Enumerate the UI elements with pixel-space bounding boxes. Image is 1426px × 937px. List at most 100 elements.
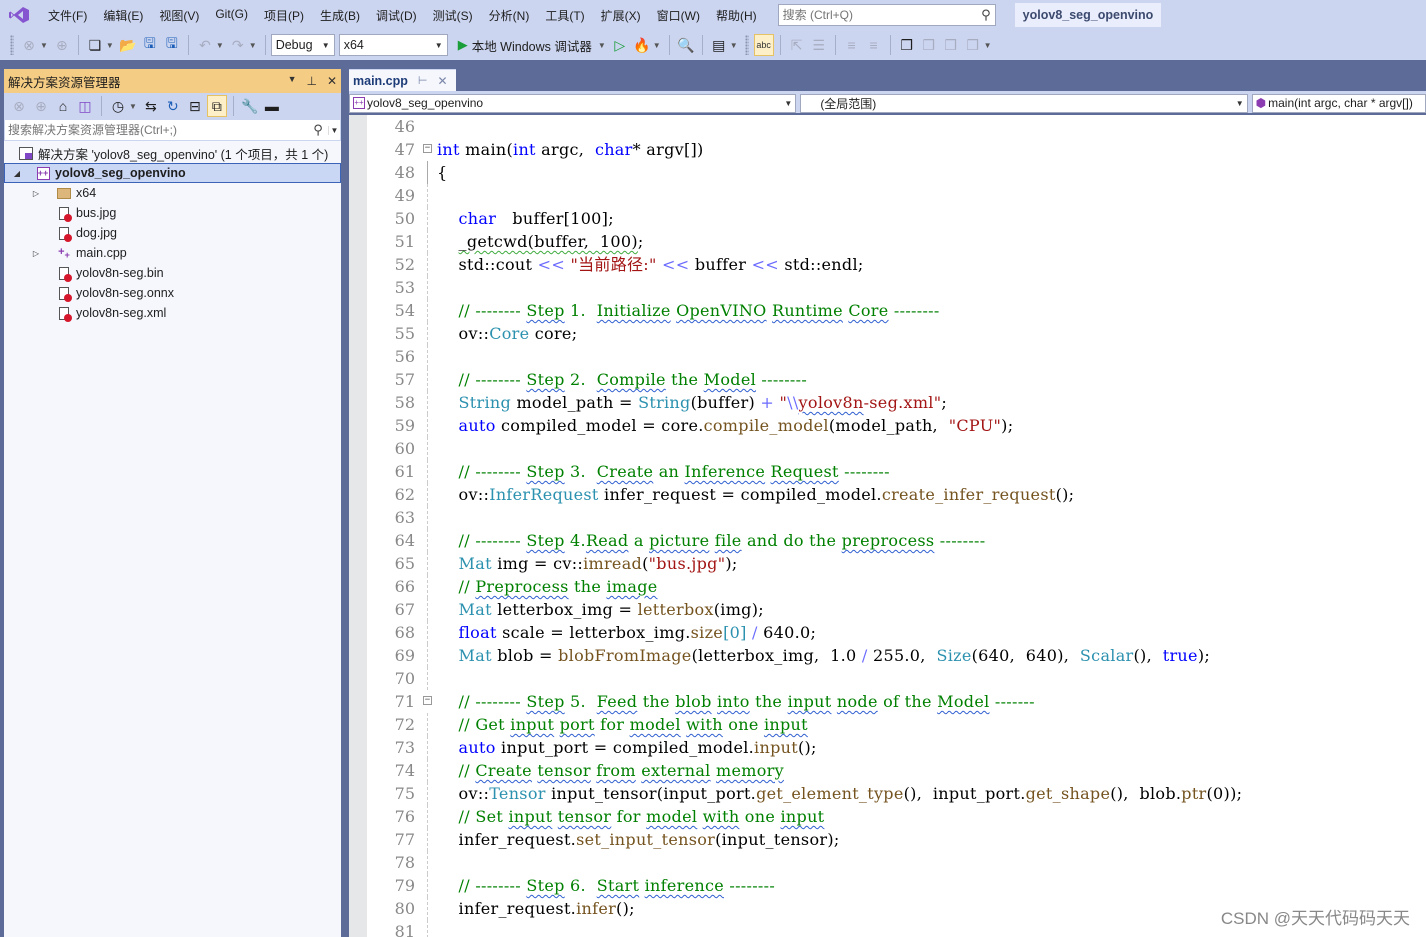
code-line[interactable]: 66 // Preprocess the image [367, 575, 1426, 598]
new-project-icon[interactable]: ❏ [85, 34, 105, 56]
save-icon[interactable]: 🖫 [140, 34, 160, 56]
code-line[interactable]: 47− int main(int argc, char* argv[]) [367, 138, 1426, 161]
undo-dropdown-icon[interactable]: ▼ [216, 41, 224, 50]
code-line[interactable]: 54 // -------- Step 1. Initialize OpenVI… [367, 299, 1426, 322]
collapse-region-icon[interactable]: − [417, 690, 437, 713]
switch-views-icon[interactable]: ◫ [75, 95, 95, 117]
search-icon[interactable]: ⚲ [981, 7, 991, 23]
window-layout-icon[interactable]: ▤ [709, 34, 729, 56]
code-line[interactable]: 72 // Get input port for model with one … [367, 713, 1426, 736]
code-line[interactable]: 76 // Set input tensor for model with on… [367, 805, 1426, 828]
menu-item[interactable]: 测试(S) [425, 7, 481, 24]
redo-icon[interactable]: ↷ [228, 34, 248, 56]
hot-reload-icon[interactable]: 🔥 [632, 34, 652, 56]
code-line[interactable]: 65 Mat img = cv::imread("bus.jpg"); [367, 552, 1426, 575]
code-line[interactable]: 74 // Create tensor from external memory [367, 759, 1426, 782]
menu-item[interactable]: 项目(P) [256, 7, 312, 24]
code-line[interactable]: 53 [367, 276, 1426, 299]
refresh-icon[interactable]: ↻ [163, 95, 183, 117]
code-line[interactable]: 46 [367, 115, 1426, 138]
tab-main-cpp[interactable]: main.cpp ⊢ ✕ [349, 69, 456, 91]
sync-with-active-document-icon[interactable]: ⇆ [141, 95, 161, 117]
pin-tab-icon[interactable]: ⊢ [418, 74, 428, 87]
back-icon[interactable]: ⊗ [9, 95, 29, 117]
code-line[interactable]: 48 { [367, 161, 1426, 184]
hot-reload-dropdown-icon[interactable]: ▼ [653, 41, 661, 50]
menu-item[interactable]: 编辑(E) [95, 7, 151, 24]
collapsed-triangle-icon[interactable]: ▷ [30, 249, 42, 258]
menu-item[interactable]: 窗口(W) [649, 7, 708, 24]
configuration-select[interactable]: Debug ▼ [270, 34, 335, 56]
collapse-region-icon[interactable]: − [417, 138, 437, 161]
home-icon[interactable]: ⌂ [53, 95, 73, 117]
toolbar-overflow-icon[interactable]: ▼ [730, 41, 738, 50]
bookmark-icon[interactable]: ❒ [897, 34, 917, 56]
global-scope-select[interactable]: (全局范围) ▼ [800, 93, 1248, 113]
menu-item[interactable]: 扩展(X) [593, 7, 649, 24]
preview-selected-items-icon[interactable]: ▬ [262, 95, 282, 117]
toolbar-overflow-icon[interactable]: ▼ [984, 41, 992, 50]
menu-item[interactable]: 工具(T) [537, 7, 592, 24]
start-debugging-button[interactable]: ▶ 本地 Windows 调试器 ▼ [458, 36, 609, 55]
project-scope-select[interactable]: ++ yolov8_seg_openvino ▼ [349, 93, 797, 113]
project-node[interactable]: ◢ ++ yolov8_seg_openvino [4, 163, 341, 183]
close-icon[interactable]: ✕ [327, 74, 337, 88]
code-line[interactable]: 50 char buffer[100]; [367, 207, 1426, 230]
code-editor[interactable]: 46 47− int main(int argc, char* argv[]) 48{… [349, 115, 1426, 937]
expanded-triangle-icon[interactable]: ◢ [11, 169, 23, 178]
code-line[interactable]: 78 [367, 851, 1426, 874]
code-line[interactable]: 79 // -------- Step 6. Start inference -… [367, 874, 1426, 897]
solution-explorer-search[interactable]: ⚲ ▼ [4, 119, 341, 141]
code-line[interactable]: 69 Mat blob = blobFromImage(letterbox_im… [367, 644, 1426, 667]
navigate-forward-icon[interactable]: ⊕ [52, 34, 72, 56]
code-line[interactable]: 60 [367, 437, 1426, 460]
code-line[interactable]: 57 // -------- Step 2. Compile the Model… [367, 368, 1426, 391]
tree-item[interactable]: bus.jpg [4, 203, 341, 223]
save-all-icon[interactable]: 🖫 [162, 34, 182, 56]
code-line[interactable]: 71− // -------- Step 5. Feed the blob in… [367, 690, 1426, 713]
tree-item[interactable]: yolov8n-seg.bin [4, 263, 341, 283]
search-icon[interactable]: ⚲ [308, 122, 328, 138]
open-file-icon[interactable]: 📂 [118, 34, 138, 56]
quick-info-icon[interactable]: ☰ [809, 34, 829, 56]
previous-bookmark-icon[interactable]: ❒ [919, 34, 939, 56]
show-all-files-icon[interactable]: ⧉ [206, 95, 227, 117]
code-line[interactable]: 55 ov::Core core; [367, 322, 1426, 345]
start-without-debugging-icon[interactable]: ▷ [610, 34, 630, 56]
platform-select[interactable]: x64 ▼ [338, 34, 448, 56]
window-position-dropdown-icon[interactable]: ▼ [288, 74, 297, 88]
code-line[interactable]: 75 ov::Tensor input_tensor(input_port.ge… [367, 782, 1426, 805]
comment-lines-icon[interactable]: ≡ [842, 34, 862, 56]
code-line[interactable]: 70 [367, 667, 1426, 690]
redo-dropdown-icon[interactable]: ▼ [249, 41, 257, 50]
uncomment-lines-icon[interactable]: ≡ [864, 34, 884, 56]
search-options-dropdown-icon[interactable]: ▼ [328, 125, 340, 135]
toolbar-grip[interactable] [744, 35, 749, 55]
code-line[interactable]: 56 [367, 345, 1426, 368]
tree-item[interactable]: yolov8n-seg.xml [4, 303, 341, 323]
navigate-back-dropdown-icon[interactable]: ▼ [40, 41, 48, 50]
code-line[interactable]: 51 _getcwd(buffer, 100); [367, 230, 1426, 253]
menu-item[interactable]: 视图(V) [151, 7, 207, 24]
find-in-files-icon[interactable]: 🔍 [676, 34, 696, 56]
code-line[interactable]: 62 ov::InferRequest infer_request = comp… [367, 483, 1426, 506]
code-line[interactable]: 67 Mat letterbox_img = letterbox(img); [367, 598, 1426, 621]
toolbar-grip[interactable] [10, 35, 14, 55]
solution-explorer-search-input[interactable] [8, 123, 308, 137]
global-search-input[interactable] [782, 8, 982, 22]
forward-icon[interactable]: ⊕ [31, 95, 51, 117]
code-line[interactable]: 64 // -------- Step 4.Read a picture fil… [367, 529, 1426, 552]
menu-item[interactable]: 帮助(H) [708, 7, 765, 24]
code-line[interactable]: 63 [367, 506, 1426, 529]
menu-item[interactable]: 调试(D) [368, 7, 425, 24]
undo-icon[interactable]: ↶ [195, 34, 215, 56]
collapse-all-icon[interactable]: ⊟ [185, 95, 205, 117]
new-item-dropdown-icon[interactable]: ▼ [106, 41, 114, 50]
visual-studio-logo-icon[interactable] [8, 6, 30, 24]
clear-bookmarks-icon[interactable]: ❒ [963, 34, 983, 56]
menu-item[interactable]: 分析(N) [481, 7, 538, 24]
tree-item[interactable]: yolov8n-seg.onnx [4, 283, 341, 303]
tree-item[interactable]: dog.jpg [4, 223, 341, 243]
member-select[interactable]: ⬢ main(int argc, char * argv[]) [1251, 93, 1426, 113]
code-line[interactable]: 73 auto input_port = compiled_model.inpu… [367, 736, 1426, 759]
